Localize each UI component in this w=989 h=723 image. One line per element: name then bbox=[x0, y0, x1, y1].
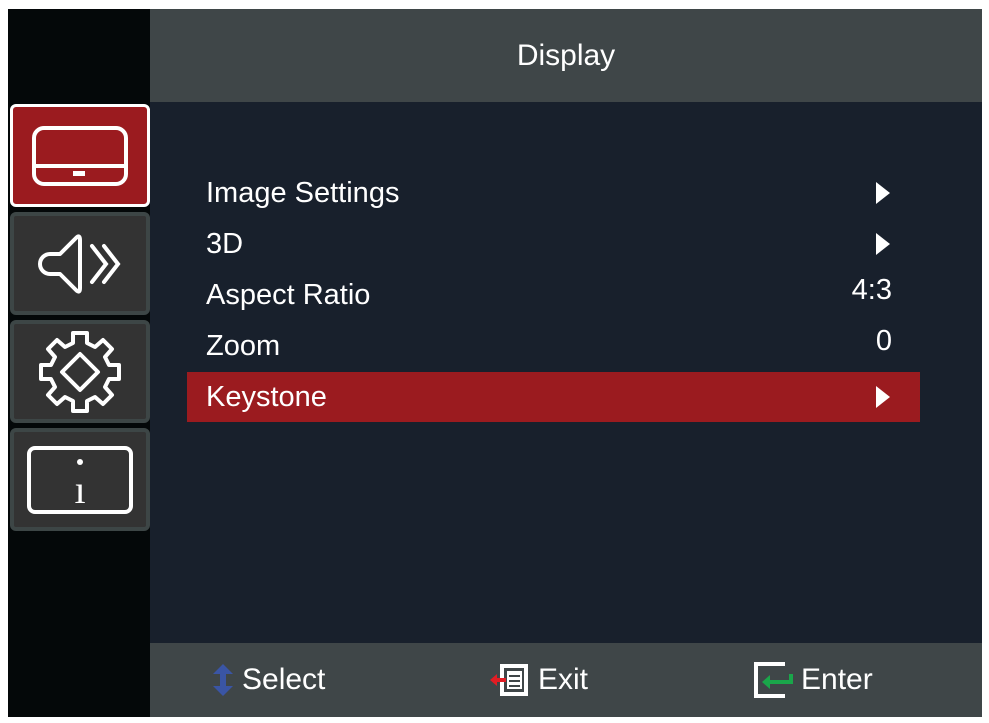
menu-item-label: Aspect Ratio bbox=[206, 278, 371, 311]
menu-item-label: Zoom bbox=[206, 329, 281, 362]
menu-item-keystone[interactable]: Keystone bbox=[187, 372, 920, 422]
speaker-icon bbox=[38, 233, 121, 294]
submenu-arrow-icon bbox=[876, 233, 890, 255]
enter-icon bbox=[754, 662, 793, 698]
menu-item-3d[interactable]: 3D bbox=[187, 219, 920, 269]
sidebar-item-info[interactable]: ı bbox=[10, 428, 150, 531]
menu-item-zoom[interactable]: Zoom 0 bbox=[187, 321, 920, 371]
sidebar-item-setup[interactable] bbox=[10, 320, 150, 423]
submenu-arrow-icon bbox=[876, 386, 890, 408]
info-icon: ı bbox=[27, 445, 133, 514]
page-title: Display bbox=[516, 38, 616, 72]
menu-item-value: 0 bbox=[875, 324, 892, 357]
hint-exit: Exit bbox=[490, 643, 588, 717]
footer-hints: Select Exit Enter bbox=[150, 643, 982, 717]
hint-select-label: Select bbox=[242, 663, 326, 696]
hint-enter-label: Enter bbox=[801, 663, 873, 696]
gear-icon bbox=[39, 330, 121, 413]
menu-panel: Image Settings 3D Aspect Ratio 4:3 Zoom … bbox=[150, 102, 982, 643]
sidebar-item-display[interactable] bbox=[10, 104, 150, 207]
menu-item-label: 3D bbox=[206, 227, 244, 260]
menu-item-aspect-ratio[interactable]: Aspect Ratio 4:3 bbox=[187, 270, 920, 320]
display-icon bbox=[32, 125, 128, 186]
up-down-arrow-icon bbox=[213, 664, 233, 696]
hint-enter: Enter bbox=[753, 643, 873, 717]
sidebar-item-audio[interactable] bbox=[10, 212, 150, 315]
menu-item-label: Keystone bbox=[206, 380, 327, 413]
submenu-arrow-icon bbox=[876, 182, 890, 204]
menu-item-label: Image Settings bbox=[206, 176, 400, 209]
menu-item-image-settings[interactable]: Image Settings bbox=[187, 168, 920, 218]
hint-exit-label: Exit bbox=[538, 663, 589, 696]
menu-header: Display bbox=[150, 9, 982, 102]
svg-text:ı: ı bbox=[74, 467, 85, 512]
menu-item-value: 4:3 bbox=[851, 273, 892, 306]
hint-select: Select bbox=[212, 643, 325, 717]
sidebar: ı bbox=[8, 9, 150, 717]
exit-menu-icon bbox=[490, 664, 528, 696]
